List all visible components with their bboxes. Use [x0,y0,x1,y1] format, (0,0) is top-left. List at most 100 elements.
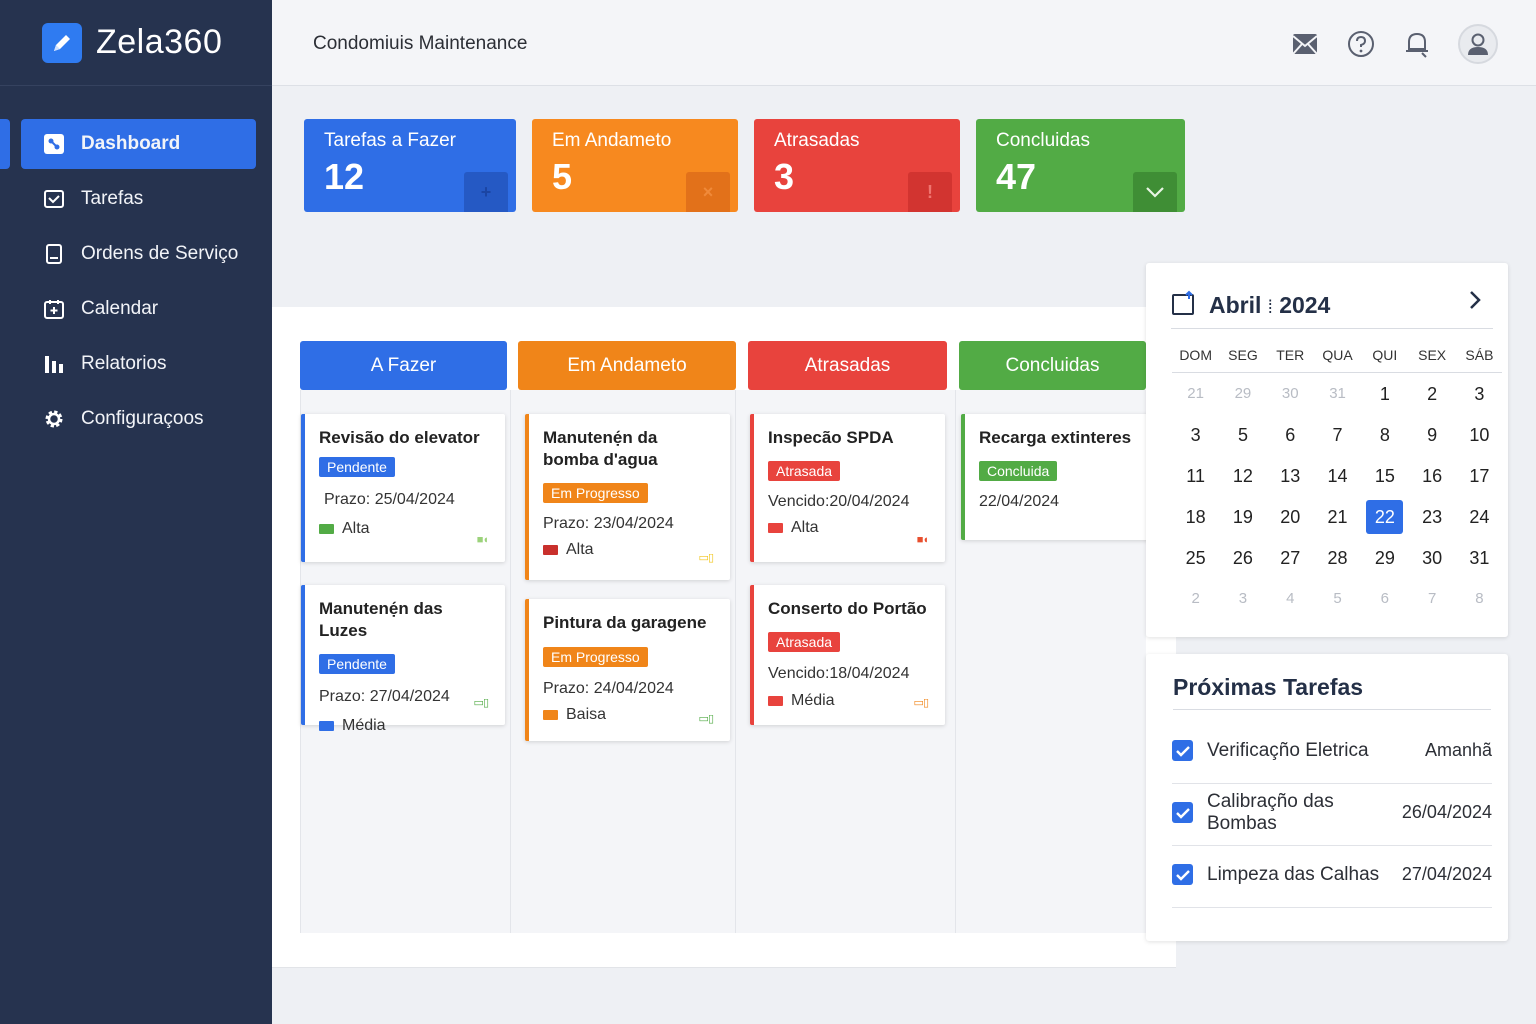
notification-icon[interactable] [1402,29,1432,59]
calendar-day[interactable]: 3 [1177,418,1214,452]
priority-label: Baisa [566,706,607,723]
sidebar-item-configuracoes[interactable]: Configuraçoos [21,394,256,444]
priority-label: Média [791,692,835,709]
stat-card-todo[interactable]: Tarefas a Fazer 12 + [304,119,516,212]
mail-icon[interactable] [1290,29,1320,59]
calendar-day[interactable]: 17 [1461,459,1498,493]
sidebar-item-label: Tarefas [81,188,144,209]
chevron-right-icon[interactable] [1467,289,1483,316]
calendar-day[interactable]: 9 [1413,418,1450,452]
calendar-day[interactable]: 28 [1319,541,1356,575]
calendar-day[interactable]: 21 [1319,500,1356,534]
calendar-day[interactable]: 7 [1413,582,1450,616]
task-card[interactable]: Conserto do Portão Atrasada Vencido:18/0… [750,585,945,725]
calendar-day[interactable]: 21 [1177,377,1214,411]
stat-card-in-progress[interactable]: Em Andameto 5 × [532,119,738,212]
calendar-day[interactable]: 5 [1319,582,1356,616]
task-card[interactable]: Revisão do elevator Pendente Prazo: 25/0… [301,414,505,562]
task-card[interactable]: Recarga extinteres Concluida 22/04/2024 [961,414,1153,540]
upcoming-item-date: 27/04/2024 [1401,864,1492,884]
upcoming-item[interactable]: Limpeza das Calhas 27/04/2024 [1172,842,1492,908]
calendar-day[interactable]: 8 [1461,582,1498,616]
sidebar-item-dashboard[interactable]: Dashboard [0,119,256,169]
stat-card-done[interactable]: Concluidas 47 [976,119,1185,212]
sidebar-item-calendar[interactable]: Calendar [21,284,256,334]
calendar-day[interactable]: 14 [1319,459,1356,493]
settings-icon [41,406,67,432]
calendar-week-row: 25 26 27 28 29 30 31 [1172,537,1502,578]
help-icon[interactable] [1346,29,1376,59]
calendar-day[interactable]: 30 [1272,377,1309,411]
user-avatar[interactable] [1458,24,1498,64]
task-card[interactable]: Manutenẹ́n das Luzes Pendente Prazo: 27/… [301,585,505,734]
calendar-day[interactable]: 6 [1272,418,1309,452]
card-priority: Média [319,717,492,735]
column-header-todo[interactable]: A Fazer [300,341,507,390]
calendar-day[interactable]: 10 [1461,418,1498,452]
column-header-done[interactable]: Concluidas [959,341,1146,390]
task-card[interactable]: Inspecão SPDA Atrasada Vencido:20/04/202… [750,414,945,562]
calendar-day[interactable]: 29 [1366,541,1403,575]
card-priority: Alta [319,520,492,538]
sidebar-item-relatorios[interactable]: Relatorios [21,339,256,389]
task-card[interactable]: Manutenẹ́n da bomba d'agua Em Progresso … [525,414,730,580]
calendar-day[interactable]: 2 [1177,582,1214,616]
tag-icon: ▭▯ [698,552,714,564]
sidebar-item-ordens[interactable]: Ordens de Serviço [21,229,256,279]
upcoming-item[interactable]: Verificaçño Eletrica Amanhã [1172,718,1492,784]
calendar-day[interactable]: 11 [1177,459,1214,493]
checkbox-checked-icon[interactable] [1172,864,1193,885]
calendar-day[interactable]: 27 [1272,541,1309,575]
priority-marker [768,523,783,533]
calendar-day[interactable]: 20 [1272,500,1309,534]
calendar-day[interactable]: 15 [1366,459,1403,493]
checkbox-checked-icon[interactable] [1172,740,1193,761]
close-icon: × [686,172,730,212]
card-deadline: Vencido:20/04/2024 [768,493,910,510]
calendar-day[interactable]: 22 [1366,499,1404,534]
upcoming-item[interactable]: Calibraçño das Bombas 26/04/2024 [1172,780,1492,846]
tag-icon: ■◖ [916,534,929,546]
calendar-day[interactable]: 25 [1177,541,1214,575]
calendar-day[interactable]: 31 [1319,377,1356,411]
status-badge: Pendente [319,654,395,674]
card-deadline: Prazo: 24/04/2024 [543,680,674,697]
calendar-day[interactable]: 4 [1272,582,1309,616]
tag-icon: ▭▯ [698,713,714,725]
calendar-day[interactable]: 13 [1272,459,1309,493]
card-deadline: Vencido:18/04/2024 [768,665,910,682]
calendar-day[interactable]: 1 [1366,377,1403,411]
upcoming-item-date: 26/04/2024 [1401,802,1492,822]
priority-marker [319,524,334,534]
calendar-day[interactable]: 2 [1413,377,1450,411]
calendar-day[interactable]: 18 [1177,500,1214,534]
calendar-day[interactable]: 5 [1224,418,1261,452]
calendar-day[interactable]: 23 [1413,500,1450,534]
calendar-day[interactable]: 3 [1224,582,1261,616]
calendar-day[interactable]: 16 [1413,459,1450,493]
calendar-day[interactable]: 24 [1461,500,1498,534]
calendar-icon [1171,290,1197,321]
column-header-overdue[interactable]: Atrasadas [748,341,947,390]
calendar-day[interactable]: 30 [1413,541,1450,575]
calendar-day[interactable]: 6 [1366,582,1403,616]
reports-icon [41,351,67,377]
sidebar-item-tarefas[interactable]: Tarefas [21,174,256,224]
calendar-day[interactable]: 26 [1224,541,1261,575]
calendar-day[interactable]: 29 [1224,377,1261,411]
calendar-day[interactable]: 12 [1224,459,1261,493]
brand[interactable]: Zela360 [0,0,272,86]
card-title: Manutenẹ́n da bomba d'agua [543,428,658,469]
card-priority: Alta [768,519,932,537]
status-badge: Atrasada [768,632,841,652]
calendar-day[interactable]: 31 [1461,541,1498,575]
stat-card-overdue[interactable]: Atrasadas 3 ! [754,119,960,212]
sidebar-item-label: Calendar [81,298,159,319]
calendar-day[interactable]: 3 [1461,377,1498,411]
calendar-day[interactable]: 19 [1224,500,1261,534]
calendar-day[interactable]: 7 [1319,418,1356,452]
calendar-day[interactable]: 8 [1366,418,1403,452]
task-card[interactable]: Pintura da garagene Em Progresso Prazo: … [525,599,730,741]
checkbox-checked-icon[interactable] [1172,802,1193,823]
column-header-in-progress[interactable]: Em Andameto [518,341,736,390]
